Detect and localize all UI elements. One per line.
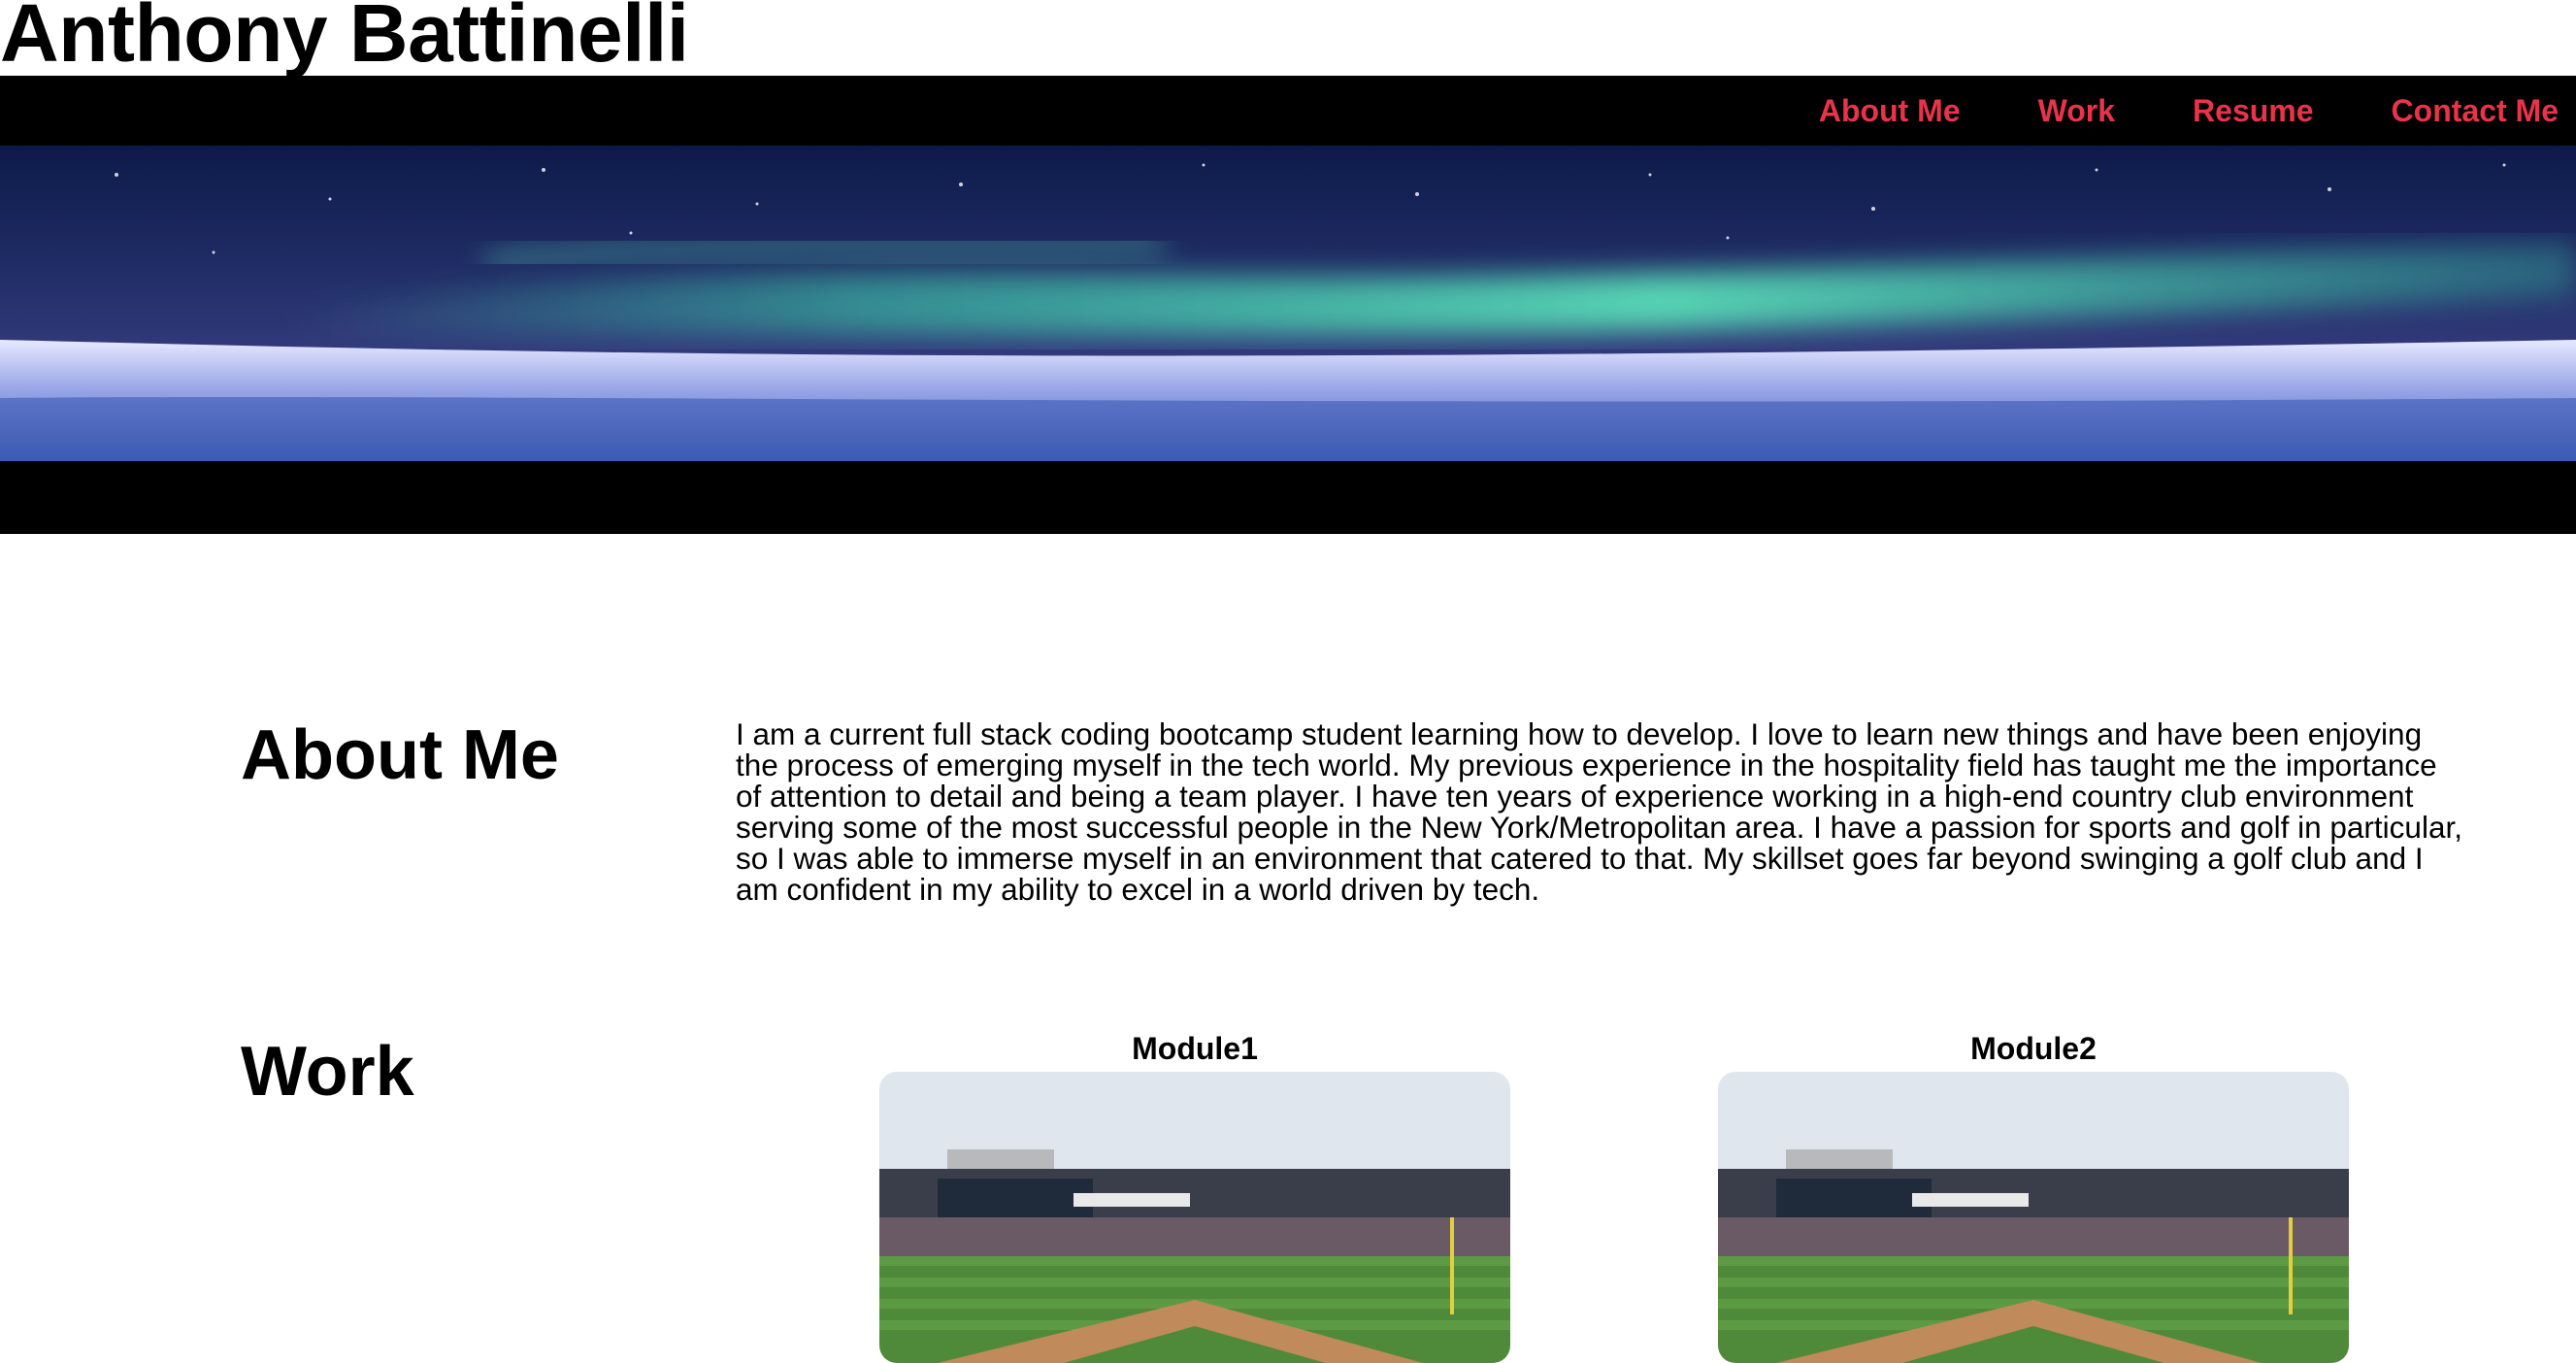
module-title: Module2 xyxy=(1970,1031,2097,1066)
aurora-landscape-image xyxy=(0,146,2576,461)
baseball-stadium-image xyxy=(879,1072,1510,1363)
module-title: Module1 xyxy=(1132,1031,1258,1066)
hero-banner xyxy=(0,146,2576,534)
module-image[interactable] xyxy=(1718,1072,2349,1363)
nav-item-contact: Contact Me xyxy=(2392,93,2559,129)
module-image[interactable] xyxy=(879,1072,1510,1363)
nav-links: About Me Work Resume Contact Me xyxy=(1819,76,2559,146)
work-module-2[interactable]: Module2 xyxy=(1718,1029,2349,1363)
navbar: About Me Work Resume Contact Me xyxy=(0,76,2576,146)
baseball-stadium-image xyxy=(1718,1072,2349,1363)
about-heading: About Me xyxy=(241,716,559,794)
nav-link-contact-me[interactable]: Contact Me xyxy=(2392,93,2559,128)
about-body-text: I am a current full stack coding bootcam… xyxy=(736,716,2462,907)
work-module-1[interactable]: Module1 xyxy=(879,1029,1510,1363)
nav-item-about: About Me xyxy=(1819,93,1961,129)
nav-item-resume: Resume xyxy=(2193,93,2314,129)
nav-link-resume[interactable]: Resume xyxy=(2193,93,2314,128)
nav-link-work[interactable]: Work xyxy=(2038,93,2115,128)
site-title: Anthony Battinelli xyxy=(0,0,689,79)
nav-link-about-me[interactable]: About Me xyxy=(1819,93,1961,128)
nav-item-work: Work xyxy=(2038,93,2115,129)
work-heading: Work xyxy=(241,1033,414,1111)
